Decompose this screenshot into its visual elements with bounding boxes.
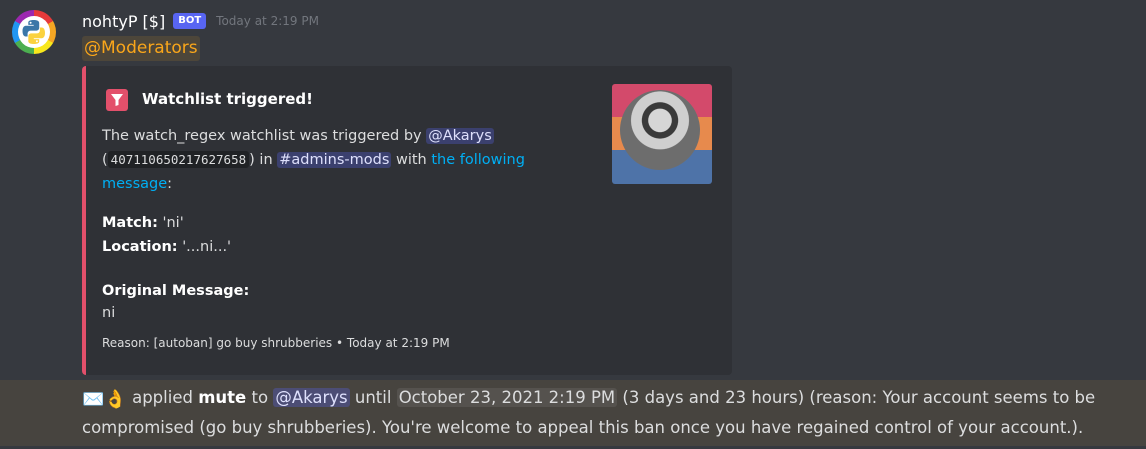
- user-avatar-thumbnail[interactable]: [612, 84, 712, 184]
- original-value: ni: [102, 305, 116, 321]
- embed-description: The watch_regex watchlist was triggered …: [102, 128, 525, 192]
- python-logo-avatar[interactable]: [12, 10, 56, 54]
- until-text: until: [354, 388, 392, 407]
- footer-separator: •: [336, 336, 347, 350]
- action-text: mute: [198, 388, 247, 407]
- avatar-inner: [18, 16, 50, 48]
- to-text: to: [251, 388, 269, 407]
- python-icon: [22, 20, 46, 44]
- message-header: nohtyP [$] BOT Today at 2:19 PM: [82, 9, 319, 33]
- match-label: Match:: [102, 215, 158, 231]
- location-value: '...ni...': [182, 239, 232, 255]
- applied-text: applied: [132, 388, 193, 407]
- envelope-icon: ✉️: [82, 389, 105, 410]
- match-field: Match: 'ni': [102, 212, 184, 234]
- bot-badge: BOT: [173, 13, 207, 29]
- desc-colon: :: [167, 176, 173, 192]
- ok-hand-icon: 👌: [104, 389, 127, 410]
- channel-mention[interactable]: #admins-mods: [277, 152, 392, 168]
- footer-time: Today at 2:19 PM: [346, 336, 450, 350]
- role-mention[interactable]: @Moderators: [82, 36, 200, 61]
- location-field: Location: '...ni...': [102, 236, 231, 258]
- original-message-field: Original Message: ni: [102, 280, 249, 324]
- bot-message: nohtyP [$] BOT Today at 2:19 PM @Moderat…: [0, 0, 1146, 380]
- footer-reason: Reason: [autoban] go buy shrubberies: [102, 336, 333, 350]
- with-text: with: [395, 152, 427, 168]
- author-name[interactable]: nohtyP [$]: [82, 12, 165, 31]
- message-timestamp[interactable]: Today at 2:19 PM: [216, 14, 319, 28]
- original-label: Original Message:: [102, 283, 250, 299]
- user-mention[interactable]: @Akarys: [426, 128, 494, 144]
- desc-prefix: The watch_regex watchlist was triggered …: [102, 128, 422, 144]
- mod-action-message: ✉️👌 applied mute to @Akarys until Octobe…: [0, 380, 1146, 446]
- filter-icon: [106, 89, 128, 111]
- mod-action-text: ✉️👌 applied mute to @Akarys until Octobe…: [82, 384, 1132, 442]
- embed-footer: Reason: [autoban] go buy shrubberies • T…: [102, 336, 450, 350]
- in-text: in: [259, 152, 273, 168]
- match-value: 'ni': [162, 215, 184, 231]
- embed-title: Watchlist triggered!: [142, 90, 313, 108]
- watchlist-embed: Watchlist triggered! The watch_regex wat…: [82, 66, 732, 375]
- user-photo: [620, 90, 700, 170]
- mute-until-timestamp[interactable]: October 23, 2021 2:19 PM: [396, 388, 618, 407]
- location-label: Location:: [102, 239, 178, 255]
- user-id-code: 407110650217627658: [107, 151, 250, 168]
- target-mention[interactable]: @Akarys: [273, 388, 350, 407]
